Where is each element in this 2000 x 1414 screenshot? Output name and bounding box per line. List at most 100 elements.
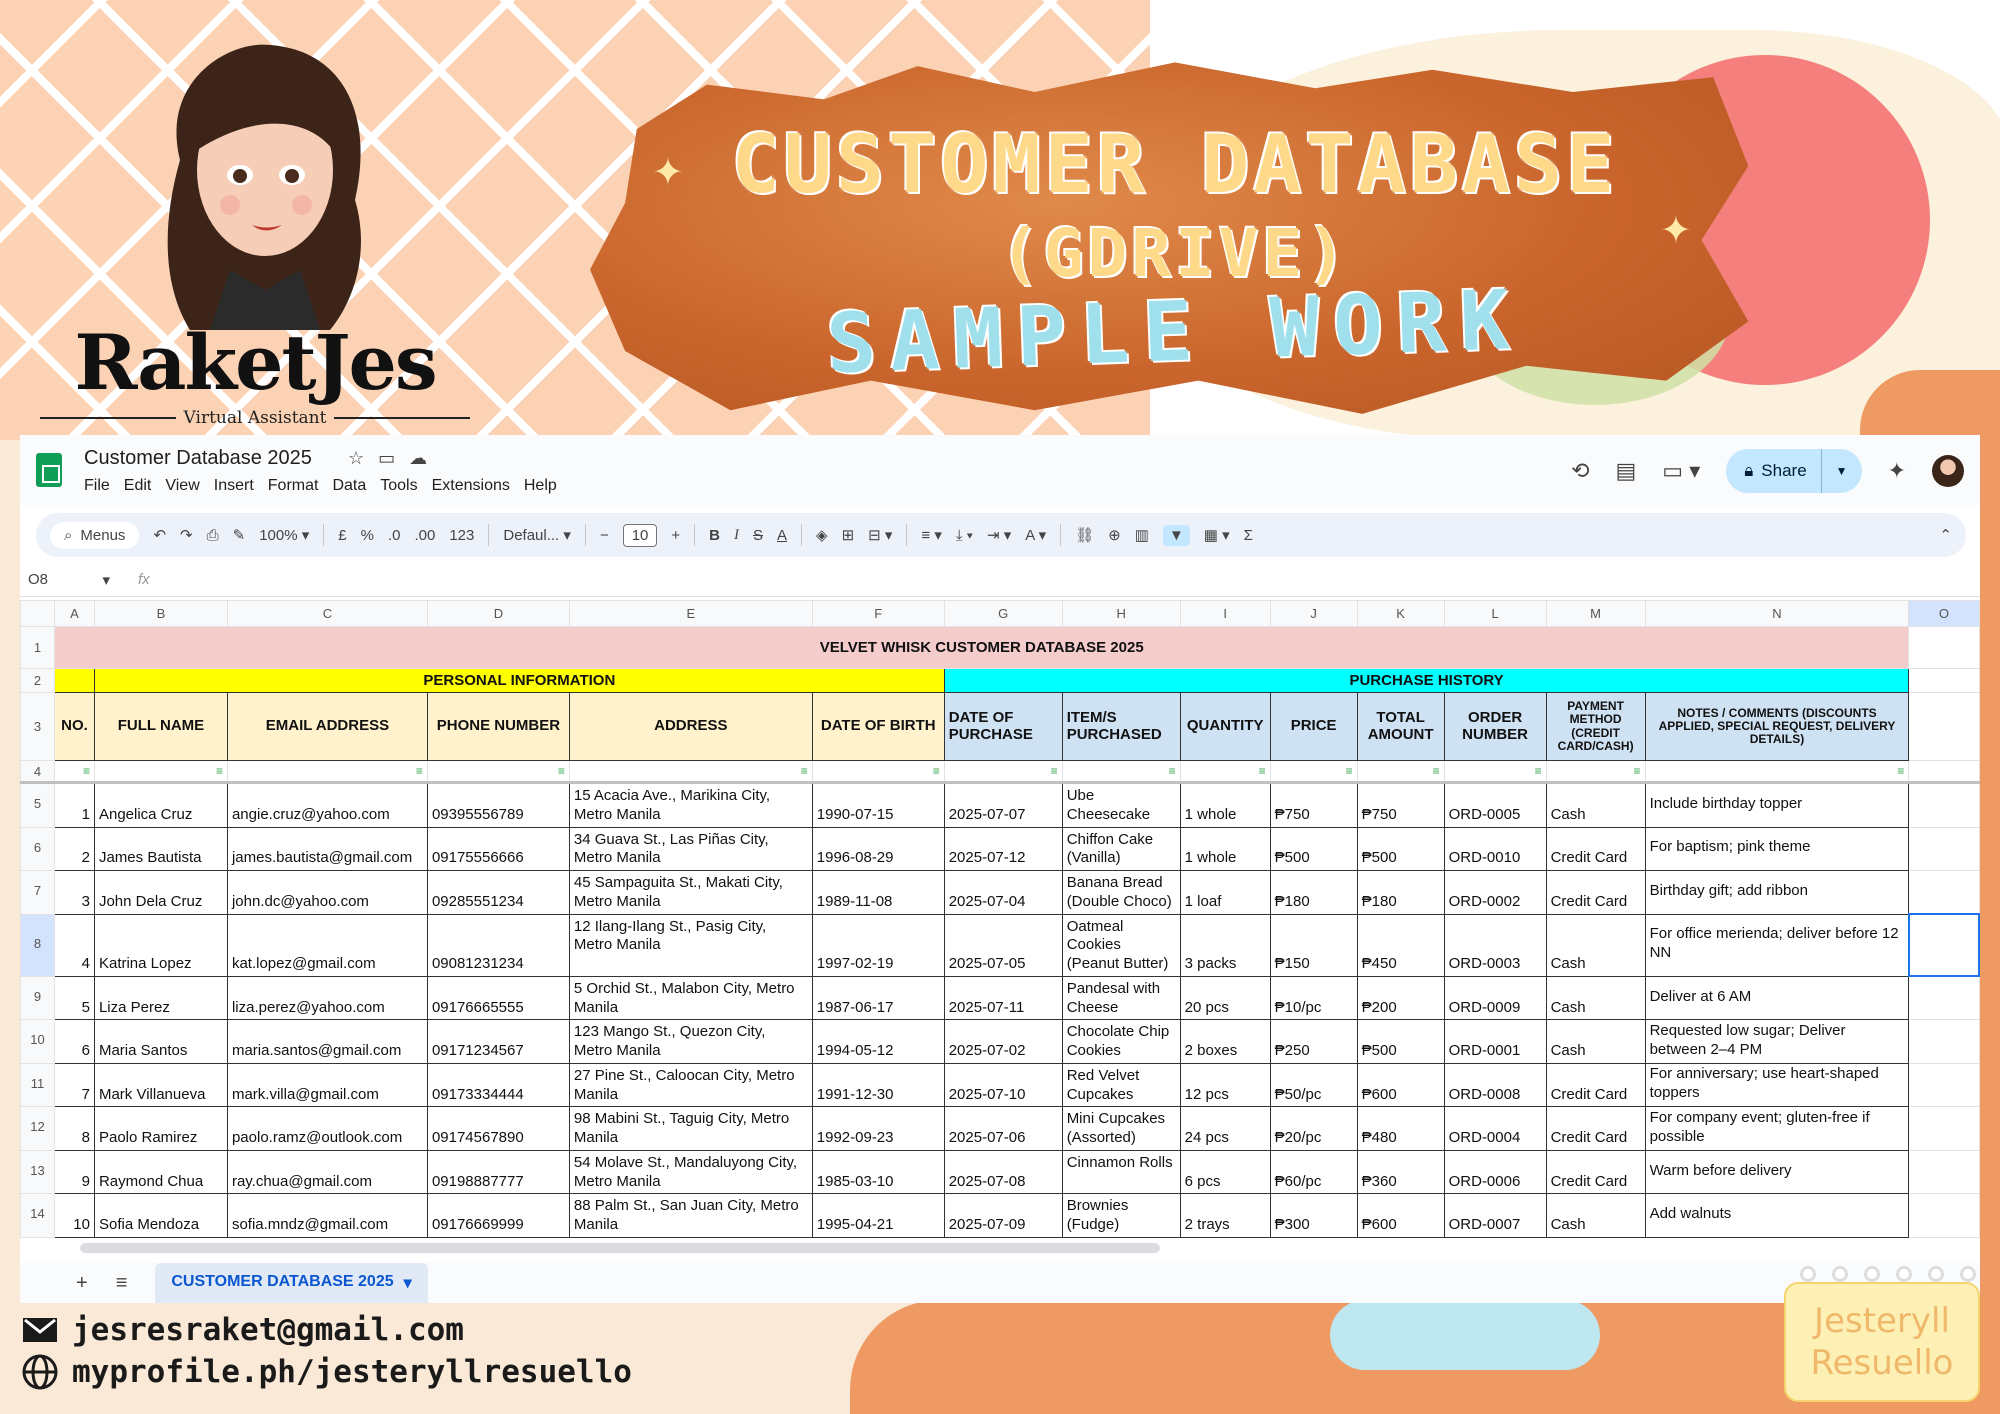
header-items-purchased[interactable]: ITEM/S PURCHASED	[1061, 692, 1181, 761]
fill-color-icon[interactable]: ◈	[816, 526, 828, 544]
column-header-o[interactable]: O	[1908, 600, 1980, 627]
cell-full-name[interactable]: John Dela Cruz	[93, 870, 228, 915]
row-header[interactable]: 13	[20, 1149, 55, 1195]
cell-quantity[interactable]: 2 boxes	[1179, 1019, 1271, 1064]
cell-date-of-birth[interactable]: 1997-02-19	[811, 913, 945, 977]
font-select[interactable]: Defaul... ▾	[503, 526, 571, 544]
column-header-f[interactable]: F	[811, 600, 945, 627]
cell-full-name[interactable]: Sofia Mendoza	[93, 1193, 228, 1238]
header-quantity[interactable]: QUANTITY	[1179, 692, 1271, 761]
cell-notes[interactable]: Birthday gift; add ribbon	[1644, 870, 1910, 915]
cell-address[interactable]: 98 Mabini St., Taguig City, Metro Manila	[568, 1106, 813, 1151]
filter-icon[interactable]: ≡	[1545, 760, 1646, 784]
cell-item-purchased[interactable]: Chiffon Cake (Vanilla)	[1061, 826, 1181, 871]
cell[interactable]	[1908, 782, 1980, 828]
cell-price[interactable]: ₱20/pc	[1269, 1106, 1358, 1151]
currency-format-button[interactable]: £	[338, 527, 346, 544]
cell-date-of-birth[interactable]: 1996-08-29	[811, 826, 945, 871]
cell-phone[interactable]: 09175556666	[426, 826, 570, 871]
share-button[interactable]: 🔒︎ Share ▼	[1726, 449, 1862, 493]
cell-order-number[interactable]: ORD-0009	[1443, 975, 1547, 1021]
cell[interactable]	[53, 668, 95, 693]
sheets-logo-icon[interactable]	[36, 453, 62, 487]
cell-payment-method[interactable]: Cash	[1545, 1193, 1646, 1238]
section-purchase-history[interactable]: PURCHASE HISTORY	[943, 668, 1910, 693]
cell-date-of-purchase[interactable]: 2025-07-05	[943, 913, 1063, 977]
menu-extensions[interactable]: Extensions	[432, 477, 510, 495]
cell-notes[interactable]: Include birthday topper	[1644, 782, 1910, 828]
cell-payment-method[interactable]: Cash	[1545, 975, 1646, 1021]
cell-total-amount[interactable]: ₱600	[1356, 1062, 1445, 1108]
menu-insert[interactable]: Insert	[214, 477, 254, 495]
cell-email[interactable]: john.dc@yahoo.com	[226, 870, 428, 915]
cell-date-of-purchase[interactable]: 2025-07-04	[943, 870, 1063, 915]
cell-notes[interactable]: Add walnuts	[1644, 1193, 1910, 1238]
filter-icon[interactable]: ≡	[811, 760, 945, 784]
cell-notes[interactable]: For anniversary; use heart-shaped topper…	[1644, 1062, 1910, 1108]
print-icon[interactable]: ⎙	[207, 527, 219, 544]
cell-full-name[interactable]: Mark Villanueva	[93, 1062, 228, 1108]
header-email[interactable]: EMAIL ADDRESS	[226, 692, 428, 761]
cell-order-number[interactable]: ORD-0001	[1443, 1019, 1547, 1064]
cell-item-purchased[interactable]: Ube Cheesecake	[1061, 782, 1181, 828]
cell-date-of-purchase[interactable]: 2025-07-09	[943, 1193, 1063, 1238]
cell-date-of-birth[interactable]: 1994-05-12	[811, 1019, 945, 1064]
merge-cells-icon[interactable]: ⊟ ▾	[868, 526, 892, 544]
paint-format-icon[interactable]: ✎	[233, 526, 246, 544]
cell-order-number[interactable]: ORD-0004	[1443, 1106, 1547, 1151]
cell-email[interactable]: kat.lopez@gmail.com	[226, 913, 428, 977]
cell-payment-method[interactable]: Credit Card	[1545, 826, 1646, 871]
menu-edit[interactable]: Edit	[124, 477, 152, 495]
cell-email[interactable]: angie.cruz@yahoo.com	[226, 782, 428, 828]
cell-item-purchased[interactable]: Pandesal with Cheese	[1061, 975, 1181, 1021]
vertical-align-icon[interactable]: ⤓ ▾	[956, 527, 973, 544]
cell[interactable]	[1908, 870, 1980, 915]
cell-payment-method[interactable]: Cash	[1545, 1019, 1646, 1064]
menu-data[interactable]: Data	[332, 477, 366, 495]
bold-icon[interactable]: B	[709, 527, 720, 544]
cell-date-of-purchase[interactable]: 2025-07-07	[943, 782, 1063, 828]
comments-icon[interactable]: ▤	[1616, 458, 1637, 484]
row-header[interactable]: 2	[20, 668, 55, 693]
document-title[interactable]: Customer Database 2025	[84, 447, 312, 470]
row-header[interactable]: 10	[20, 1019, 55, 1064]
cell-phone[interactable]: 09198887777	[426, 1149, 570, 1195]
cell-no[interactable]: 10	[53, 1193, 95, 1238]
cell[interactable]	[1908, 668, 1980, 693]
font-size-decrease-icon[interactable]: −	[600, 527, 609, 544]
cell-phone[interactable]: 09395556789	[426, 782, 570, 828]
contact-email[interactable]: jesresraket@gmail.com	[72, 1312, 464, 1348]
cell-no[interactable]: 8	[53, 1106, 95, 1151]
cell-total-amount[interactable]: ₱750	[1356, 782, 1445, 828]
row-header[interactable]: 4	[20, 760, 55, 784]
cell-address[interactable]: 5 Orchid St., Malabon City, Metro Manila	[568, 975, 813, 1021]
filter-icon[interactable]: ≡	[426, 760, 570, 784]
cell-total-amount[interactable]: ₱360	[1356, 1149, 1445, 1195]
filter-icon[interactable]: ≡	[1179, 760, 1271, 784]
cell-email[interactable]: mark.villa@gmail.com	[226, 1062, 428, 1108]
zoom-select[interactable]: 100% ▾	[259, 526, 309, 544]
all-sheets-icon[interactable]: ≡	[116, 1272, 128, 1295]
cell[interactable]	[1908, 1019, 1980, 1064]
cell-order-number[interactable]: ORD-0005	[1443, 782, 1547, 828]
cell-notes[interactable]: Warm before delivery	[1644, 1149, 1910, 1195]
borders-icon[interactable]: ⊞	[842, 526, 855, 544]
move-folder-icon[interactable]: ▭	[378, 448, 395, 469]
cell-date-of-purchase[interactable]: 2025-07-12	[943, 826, 1063, 871]
cell-phone[interactable]: 09176665555	[426, 975, 570, 1021]
cell-date-of-birth[interactable]: 1989-11-08	[811, 870, 945, 915]
filter-icon[interactable]: ≡	[1269, 760, 1358, 784]
cell-quantity[interactable]: 1 whole	[1179, 782, 1271, 828]
cell-date-of-birth[interactable]: 1990-07-15	[811, 782, 945, 828]
cell-date-of-birth[interactable]: 1991-12-30	[811, 1062, 945, 1108]
cell-price[interactable]: ₱500	[1269, 826, 1358, 871]
cell-notes[interactable]: For baptism; pink theme	[1644, 826, 1910, 871]
cell-no[interactable]: 6	[53, 1019, 95, 1064]
cell-item-purchased[interactable]: Red Velvet Cupcakes	[1061, 1062, 1181, 1108]
filter-icon[interactable]: ≡	[943, 760, 1063, 784]
sheet-tab[interactable]: CUSTOMER DATABASE 2025 ▾	[155, 1263, 428, 1303]
cell-order-number[interactable]: ORD-0002	[1443, 870, 1547, 915]
cell-date-of-birth[interactable]: 1995-04-21	[811, 1193, 945, 1238]
header-price[interactable]: PRICE	[1269, 692, 1358, 761]
column-header-n[interactable]: N	[1644, 600, 1910, 627]
